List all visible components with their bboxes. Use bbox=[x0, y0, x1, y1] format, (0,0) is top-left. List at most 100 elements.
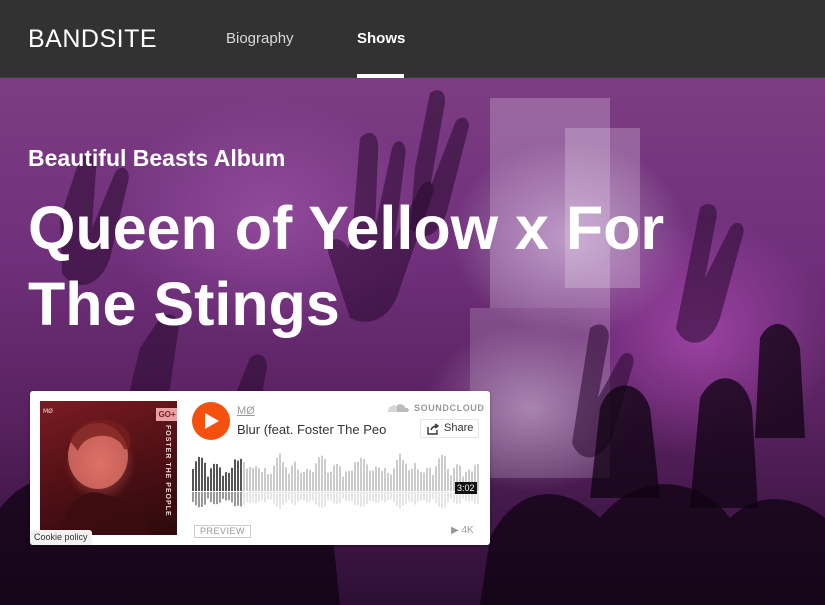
waveform-bar bbox=[363, 459, 365, 491]
waveform-reflection-bar bbox=[387, 492, 389, 501]
waveform-bar bbox=[378, 467, 380, 491]
waveform-bar bbox=[342, 476, 344, 491]
waveform-bar bbox=[303, 471, 305, 491]
share-icon bbox=[427, 423, 439, 435]
waveform-bar bbox=[420, 471, 422, 491]
waveform-reflection-bar bbox=[444, 492, 446, 508]
waveform-bar bbox=[243, 462, 245, 491]
waveform-reflection-bar bbox=[351, 492, 353, 502]
waveform-reflection-bar bbox=[348, 492, 350, 502]
waveform-bar bbox=[300, 472, 302, 491]
waveform-reflection-bar bbox=[207, 492, 209, 499]
waveform-bar bbox=[408, 470, 410, 491]
waveform-bar bbox=[432, 475, 434, 491]
cookie-policy-link[interactable]: Cookie policy bbox=[30, 530, 92, 545]
nav-link-shows[interactable]: Shows bbox=[357, 30, 405, 47]
preview-badge: PREVIEW bbox=[194, 525, 252, 538]
artist-link[interactable]: MØ bbox=[237, 405, 255, 417]
waveform-bar bbox=[390, 474, 392, 491]
waveform-reflection-bar bbox=[417, 492, 419, 502]
waveform-reflection-bar bbox=[423, 492, 425, 501]
waveform-bar bbox=[273, 465, 275, 491]
go-plus-badge: GO+ bbox=[156, 408, 177, 421]
waveform-bar bbox=[276, 457, 278, 491]
waveform[interactable] bbox=[192, 453, 480, 513]
top-nav-bar: BANDSITE Biography Shows bbox=[0, 0, 825, 78]
waveform-bar bbox=[267, 474, 269, 491]
waveform-reflection-bar bbox=[252, 492, 254, 503]
waveform-bar bbox=[402, 460, 404, 491]
waveform-reflection-bar bbox=[315, 492, 317, 505]
waveform-reflection-bar bbox=[372, 492, 374, 502]
waveform-reflection-bar bbox=[219, 492, 221, 503]
waveform-reflection-bar bbox=[345, 492, 347, 501]
waveform-bar bbox=[450, 475, 452, 491]
waveform-reflection-bar bbox=[228, 492, 230, 501]
waveform-bar bbox=[387, 472, 389, 491]
waveform-bar bbox=[249, 466, 251, 491]
nav-link-biography[interactable]: Biography bbox=[226, 30, 294, 47]
waveform-bar bbox=[246, 468, 248, 491]
waveform-bar bbox=[315, 463, 317, 491]
artwork-portrait-image: MØ bbox=[43, 408, 150, 535]
waveform-bar bbox=[351, 470, 353, 491]
share-button[interactable]: Share bbox=[420, 419, 479, 438]
waveform-bar bbox=[339, 466, 341, 491]
waveform-reflection-bar bbox=[273, 492, 275, 504]
play-count-value: 4K bbox=[461, 525, 474, 536]
waveform-bar bbox=[423, 472, 425, 491]
waveform-reflection-bar bbox=[393, 492, 395, 503]
svg-text:MØ: MØ bbox=[43, 408, 53, 415]
waveform-reflection-bar bbox=[384, 492, 386, 503]
waveform-bar bbox=[372, 470, 374, 491]
waveform-bar bbox=[297, 469, 299, 491]
play-count: ▶ 4K bbox=[451, 525, 474, 536]
waveform-bar bbox=[444, 456, 446, 491]
waveform-reflection-bar bbox=[324, 492, 326, 507]
waveform-reflection-bar bbox=[321, 492, 323, 508]
waveform-reflection-bar bbox=[288, 492, 290, 500]
waveform-bar bbox=[306, 468, 308, 491]
waveform-reflection-bar bbox=[375, 492, 377, 503]
waveform-bar bbox=[318, 457, 320, 491]
waveform-reflection-bar bbox=[357, 492, 359, 506]
waveform-bar bbox=[234, 459, 236, 491]
waveform-reflection-bar bbox=[201, 492, 203, 507]
waveform-reflection-bar bbox=[261, 492, 263, 501]
waveform-reflection-bar bbox=[339, 492, 341, 504]
waveform-bar bbox=[321, 455, 323, 491]
waveform-bar bbox=[294, 461, 296, 491]
waveform-reflection-bar bbox=[249, 492, 251, 503]
hero-subtitle: Beautiful Beasts Album bbox=[28, 145, 286, 171]
soundcloud-logo-icon[interactable] bbox=[388, 403, 410, 413]
track-title[interactable]: Blur (feat. Foster The People) bbox=[237, 422, 387, 437]
waveform-reflection-bar bbox=[366, 492, 368, 504]
waveform-reflection-bar bbox=[222, 492, 224, 499]
waveform-reflection-bar bbox=[390, 492, 392, 500]
play-button[interactable] bbox=[192, 402, 230, 440]
soundcloud-brand[interactable]: SOUNDCLOUD bbox=[414, 403, 485, 413]
waveform-bar bbox=[324, 459, 326, 491]
waveform-bar bbox=[333, 465, 335, 491]
waveform-reflection-bar bbox=[381, 492, 383, 502]
waveform-reflection-bar bbox=[291, 492, 293, 504]
waveform-reflection-bar bbox=[411, 492, 413, 502]
waveform-reflection-bar bbox=[195, 492, 197, 506]
artwork-text: FOSTER THE PEOPLE bbox=[164, 425, 171, 517]
waveform-bar bbox=[411, 468, 413, 491]
waveform-reflection-bar bbox=[282, 492, 284, 506]
waveform-bar bbox=[285, 467, 287, 491]
waveform-reflection-bar bbox=[336, 492, 338, 505]
waveform-reflection-bar bbox=[246, 492, 248, 503]
waveform-bar bbox=[336, 463, 338, 491]
waveform-bar bbox=[360, 457, 362, 491]
album-artwork[interactable]: MØ GO+ FOSTER THE PEOPLE bbox=[40, 401, 177, 535]
waveform-reflection-bar bbox=[225, 492, 227, 501]
track-duration: 3:02 bbox=[455, 482, 477, 494]
waveform-reflection-bar bbox=[369, 492, 371, 502]
waveform-bar bbox=[414, 463, 416, 491]
waveform-reflection-bar bbox=[192, 492, 194, 502]
waveform-reflection-bar bbox=[285, 492, 287, 503]
waveform-reflection-bar bbox=[279, 492, 281, 509]
site-logo[interactable]: BANDSITE bbox=[28, 25, 157, 54]
